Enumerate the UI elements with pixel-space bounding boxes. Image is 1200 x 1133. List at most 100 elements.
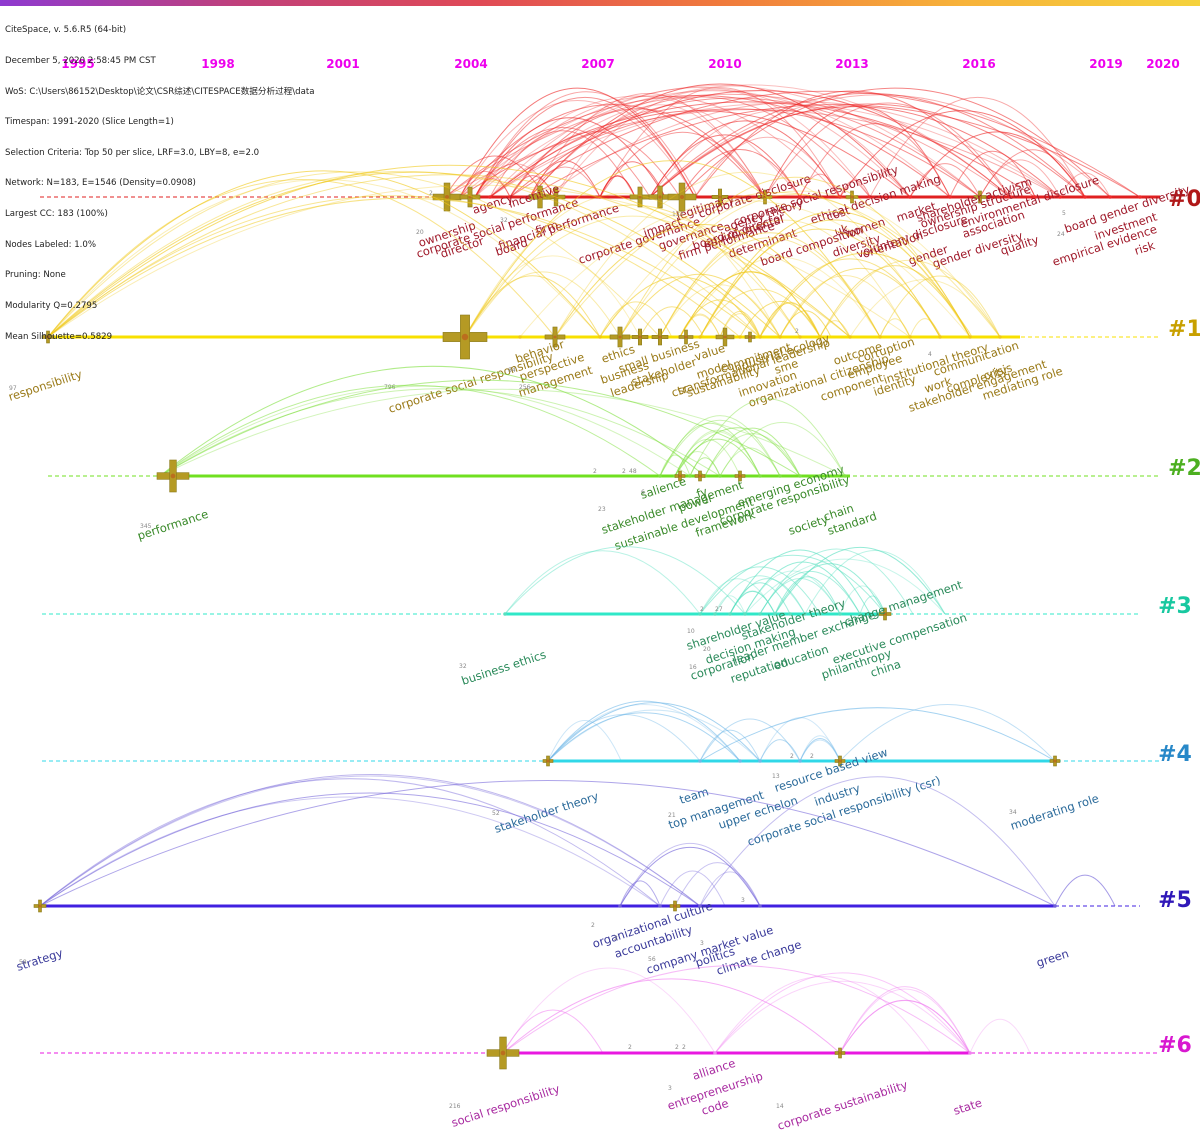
cluster-2-node-marker[interactable]: [156, 459, 190, 493]
cluster-0-arc: [459, 101, 1036, 198]
modularity-line: Modularity Q=0.2795: [5, 300, 98, 311]
cluster-4-arc: [759, 717, 841, 762]
citation-count-label: 2: [591, 922, 595, 929]
cluster-3-group[interactable]: #3business ethicsshareholder valuestakeh…: [42, 546, 1192, 688]
cluster-2-node-dot: [688, 474, 692, 478]
node-marker-core: [838, 1051, 842, 1055]
selection-criteria-line: Selection Criteria: Top 50 per slice, LR…: [5, 147, 260, 158]
cluster-5-arc: [39, 779, 1056, 907]
node-marker-core: [638, 335, 642, 339]
cluster-6-node-dot: [713, 1051, 717, 1055]
citation-count-label: 3: [668, 1085, 672, 1092]
cluster-5-node-dot: [1053, 904, 1057, 908]
cluster-3-id-label: #3: [1158, 594, 1192, 619]
keyword-label-team: team: [678, 784, 711, 807]
cluster-5-arc: [619, 846, 761, 907]
version-line: CiteSpace, v. 5.6.R5 (64-bit): [5, 25, 127, 36]
cluster-1-node-marker[interactable]: [631, 328, 649, 346]
cluster-5-arc: [619, 842, 761, 907]
citation-count-label: 10: [687, 628, 695, 635]
wos-path-line: WoS: C:\Users\86152\Desktop\论文\CSR综述\CIT…: [5, 86, 315, 97]
node-marker-core: [1053, 759, 1057, 763]
year-label-2013: 2013: [835, 57, 868, 71]
citation-count-label: 2: [622, 468, 626, 475]
cluster-1-node-dot: [738, 335, 742, 339]
cluster-3-arc: [504, 546, 746, 615]
cluster-6-node-marker[interactable]: [486, 1036, 520, 1070]
node-marker-core: [461, 333, 469, 341]
keyword-label-green: green: [1035, 946, 1071, 970]
node-marker-core: [684, 335, 688, 339]
cluster-4-arc: [799, 739, 841, 762]
citation-count-label: 21: [668, 812, 676, 819]
citation-count-label: 2: [682, 1044, 686, 1051]
cluster-5-node-dot: [658, 904, 662, 908]
cluster-1-node-dot: [998, 335, 1002, 339]
node-marker-core: [673, 904, 677, 908]
node-marker-core: [723, 335, 727, 339]
citation-count-label: 97: [9, 385, 17, 392]
cluster-1-arc: [599, 276, 761, 338]
cluster-3-node-dot: [743, 612, 747, 616]
year-label-2016: 2016: [962, 57, 995, 71]
cluster-1-node-dot: [938, 335, 942, 339]
keyword-label-responsibility: responsibility: [7, 367, 84, 404]
cluster-6-id-label: #6: [1158, 1033, 1192, 1058]
node-marker-core: [748, 335, 752, 339]
cluster-3-node-dot: [728, 612, 732, 616]
cluster-5-group[interactable]: #5strategyorganizational cultureaccounta…: [15, 774, 1192, 978]
cluster-6-arc: [502, 978, 841, 1054]
year-label-2010: 2010: [708, 57, 741, 71]
cluster-2-node-marker[interactable]: [694, 470, 706, 482]
timespan-line: Timespan: 1991-2020 (Slice Length=1): [5, 117, 174, 128]
cluster-4-group[interactable]: #4stakeholder theory teamtop managementup…: [42, 700, 1192, 849]
cluster-3-node-dot: [838, 612, 842, 616]
node-marker-core: [698, 474, 702, 478]
citation-count-label: 2: [593, 468, 597, 475]
citation-count-label: 56: [648, 956, 656, 963]
citation-count-label: 13: [772, 773, 780, 780]
cluster-1-arc: [639, 306, 705, 338]
year-label-2020: 2020: [1146, 57, 1179, 71]
citation-count-label: 3: [700, 940, 704, 947]
cluster-1-node-dot: [848, 335, 852, 339]
citation-count-label: 20: [703, 646, 711, 653]
nodes-labeled-line: Nodes Labeled: 1.0%: [5, 239, 97, 250]
citation-count-label: 32: [459, 663, 467, 670]
citation-count-label: 216: [449, 1103, 461, 1110]
node-marker-core: [38, 904, 42, 908]
citation-count-label: 34: [1009, 809, 1017, 816]
cluster-1-node-dot: [758, 335, 762, 339]
cluster-0-node-dot: [908, 195, 912, 199]
citation-count-label: 24: [1057, 231, 1065, 238]
cluster-2-arc: [704, 433, 801, 477]
node-marker-core: [546, 759, 550, 763]
cluster-1-id-label: #1: [1168, 317, 1200, 342]
cluster-0-node-dot: [1108, 195, 1112, 199]
node-marker-core: [618, 335, 622, 339]
cluster-6-group[interactable]: #6social responsibilityallianceentrepren…: [40, 965, 1192, 1133]
cluster-6-arc: [969, 1019, 1031, 1054]
cluster-5-node-dot: [758, 904, 762, 908]
cluster-4-id-label: #4: [1158, 742, 1192, 767]
node-marker-core: [500, 1050, 506, 1056]
cluster-4-arc: [547, 714, 701, 762]
citation-count-label: 345: [140, 523, 152, 530]
citation-count-label: 20: [416, 229, 424, 236]
citation-count-label: 48: [629, 468, 637, 475]
citation-count-label: 2: [795, 328, 799, 335]
cluster-4-node-dot: [698, 759, 702, 763]
cluster-5-node-marker[interactable]: [33, 899, 47, 913]
network-line: Network: N=183, E=1546 (Density=0.0908): [5, 178, 196, 189]
year-label-2001: 2001: [326, 57, 359, 71]
node-marker-core: [170, 473, 176, 479]
cluster-5-arc: [1054, 874, 1116, 907]
keyword-label-corporate-sustainability: corporate sustainability: [776, 1077, 910, 1132]
cluster-5-id-label: #5: [1158, 888, 1192, 913]
cluster-1-node-marker[interactable]: [442, 314, 488, 360]
cluster-1-node-marker[interactable]: [744, 331, 756, 343]
citation-count-label: 3: [741, 897, 745, 904]
silhouette-line: Mean Silhouette=0.5829: [5, 331, 113, 342]
citation-count-label: 16: [689, 664, 697, 671]
cluster-2-node-dot: [758, 474, 762, 478]
